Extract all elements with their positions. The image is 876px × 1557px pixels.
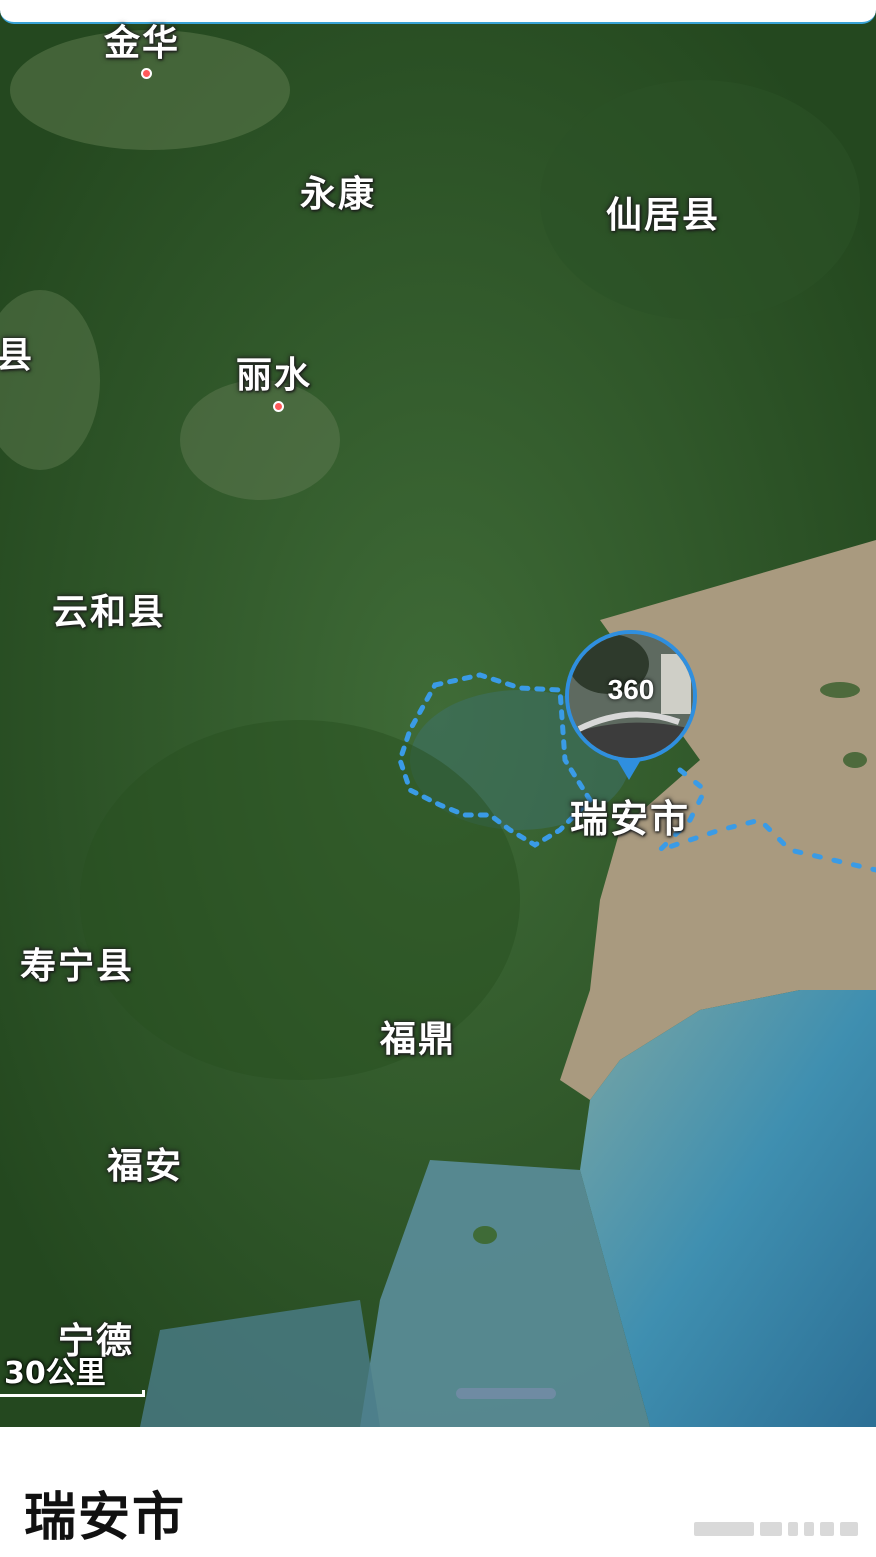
panorama-360-marker[interactable]: 360 [565, 630, 697, 762]
scale-bar [0, 1390, 145, 1397]
map-label-xian-partial[interactable]: 县 [0, 326, 34, 378]
panorama-360-badge: 360 [607, 674, 655, 705]
marker-pointer [616, 758, 642, 780]
city-dot-jinhua[interactable] [141, 68, 152, 79]
map-label-fuding[interactable]: 福鼎 [380, 1010, 456, 1062]
map-label-selected-place[interactable]: 瑞安市 [570, 788, 690, 843]
map-label-shouning[interactable]: 寿宁县 [20, 937, 134, 989]
map-label-yunhe[interactable]: 云和县 [52, 583, 166, 635]
map-view[interactable]: 金华 永康 仙居县 县 丽水 云和县 寿宁县 福鼎 福安 宁德 360 瑞安市 … [0, 0, 876, 1427]
satellite-imagery [0, 0, 876, 1427]
photo-strip[interactable] [694, 1520, 859, 1538]
bottom-sheet[interactable]: 瑞安市 [0, 1427, 876, 1557]
city-dot-lishui[interactable] [273, 401, 284, 412]
map-label-xianju[interactable]: 仙居县 [606, 186, 720, 238]
map-label-lishui[interactable]: 丽水 [236, 346, 312, 398]
place-title: 瑞安市 [24, 1488, 187, 1548]
map-label-yongkang[interactable]: 永康 [300, 165, 376, 217]
sheet-drag-handle[interactable] [456, 1388, 556, 1399]
map-label-fuan[interactable]: 福安 [107, 1137, 183, 1189]
map-label-jinhua[interactable]: 金华 [104, 14, 180, 66]
scale-label: 30公里 [4, 1356, 106, 1391]
